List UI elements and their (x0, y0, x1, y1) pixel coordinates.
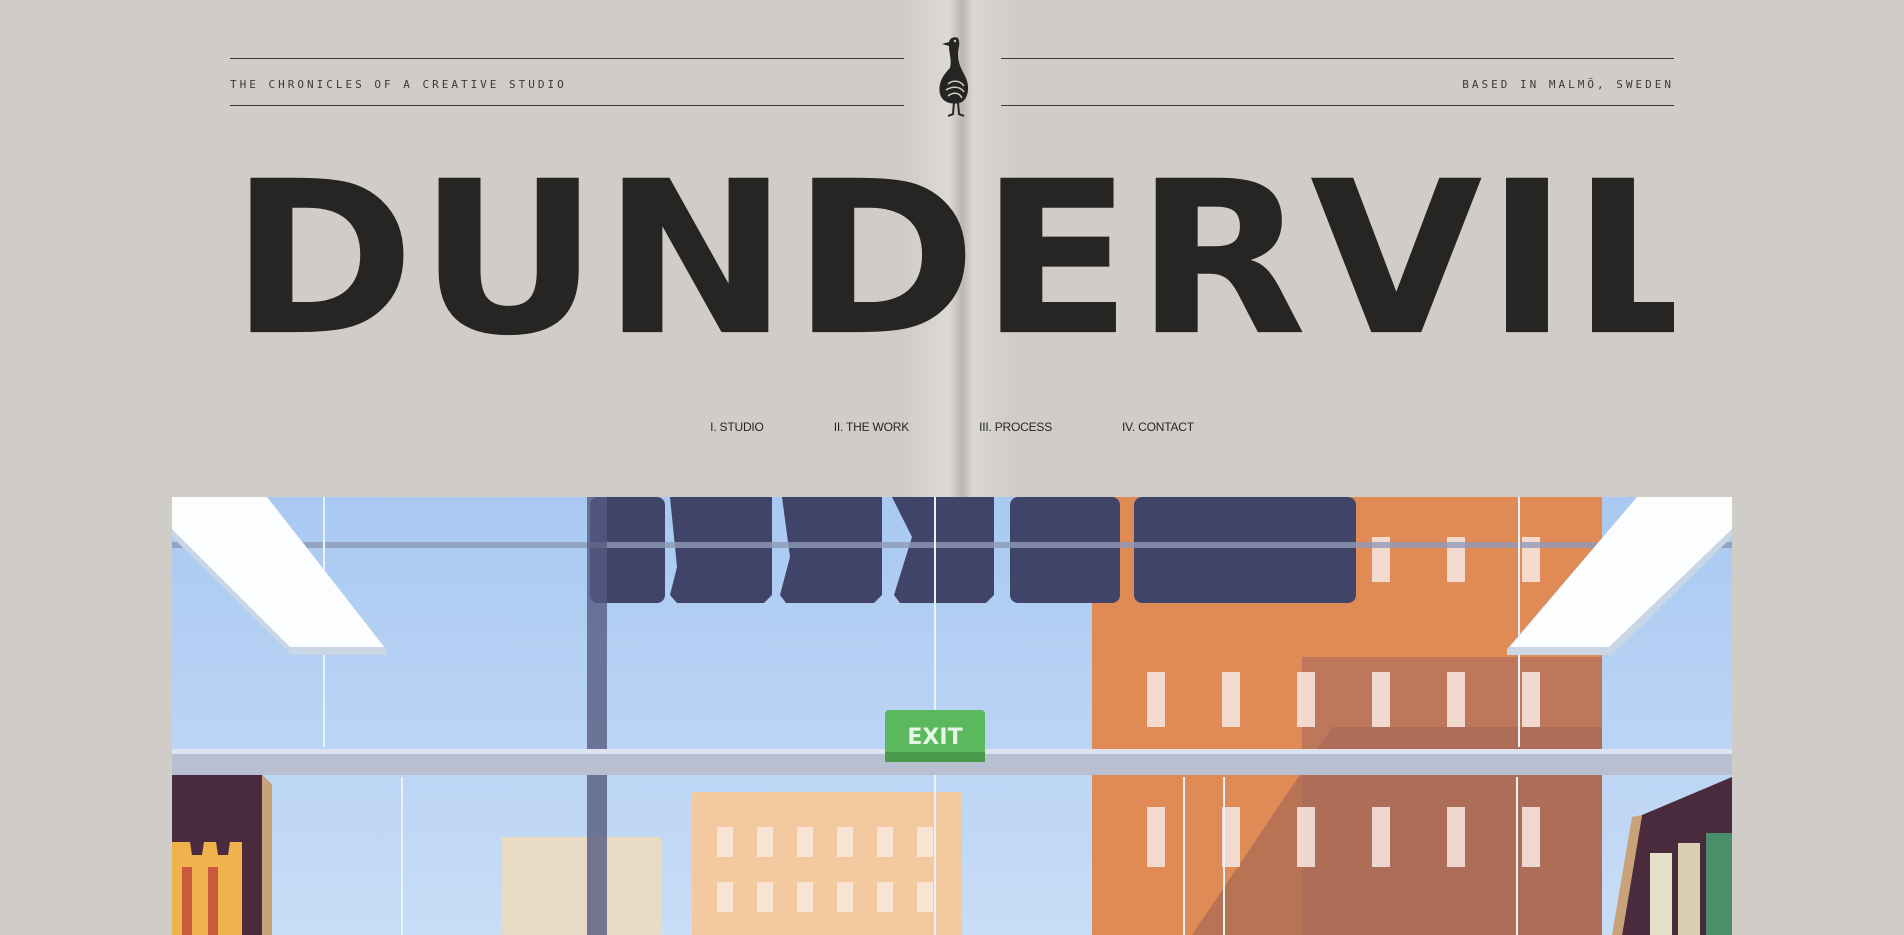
nav-item-studio[interactable]: I. STUDIO (710, 420, 764, 440)
bottom-rule-left (230, 105, 904, 106)
site-wordmark[interactable]: DUNDERVILLE (230, 169, 1674, 350)
top-rule-right (1001, 58, 1674, 59)
tagline-left: THE CHRONICLES OF A CREATIVE STUDIO (230, 78, 567, 91)
nav-item-the-work[interactable]: II. THE WORK (834, 420, 910, 440)
site-header: THE CHRONICLES OF A CREATIVE STUDIO BASE… (230, 37, 1674, 117)
bottom-rule-right (1001, 105, 1674, 106)
hero-scene: EXIT (172, 497, 1732, 935)
tagline-right: BASED IN MALMÖ, SWEDEN (1462, 78, 1674, 91)
nav-item-process[interactable]: III. PROCESS (979, 420, 1052, 440)
hero-illustration: EXIT (172, 497, 1732, 935)
top-rule-left (230, 58, 904, 59)
main-nav: I. STUDIO II. THE WORK III. PROCESS IV. … (0, 420, 1904, 440)
nav-item-contact[interactable]: IV. CONTACT (1122, 420, 1194, 440)
goose-icon[interactable] (928, 32, 978, 118)
exit-sign-text: EXIT (907, 725, 962, 750)
